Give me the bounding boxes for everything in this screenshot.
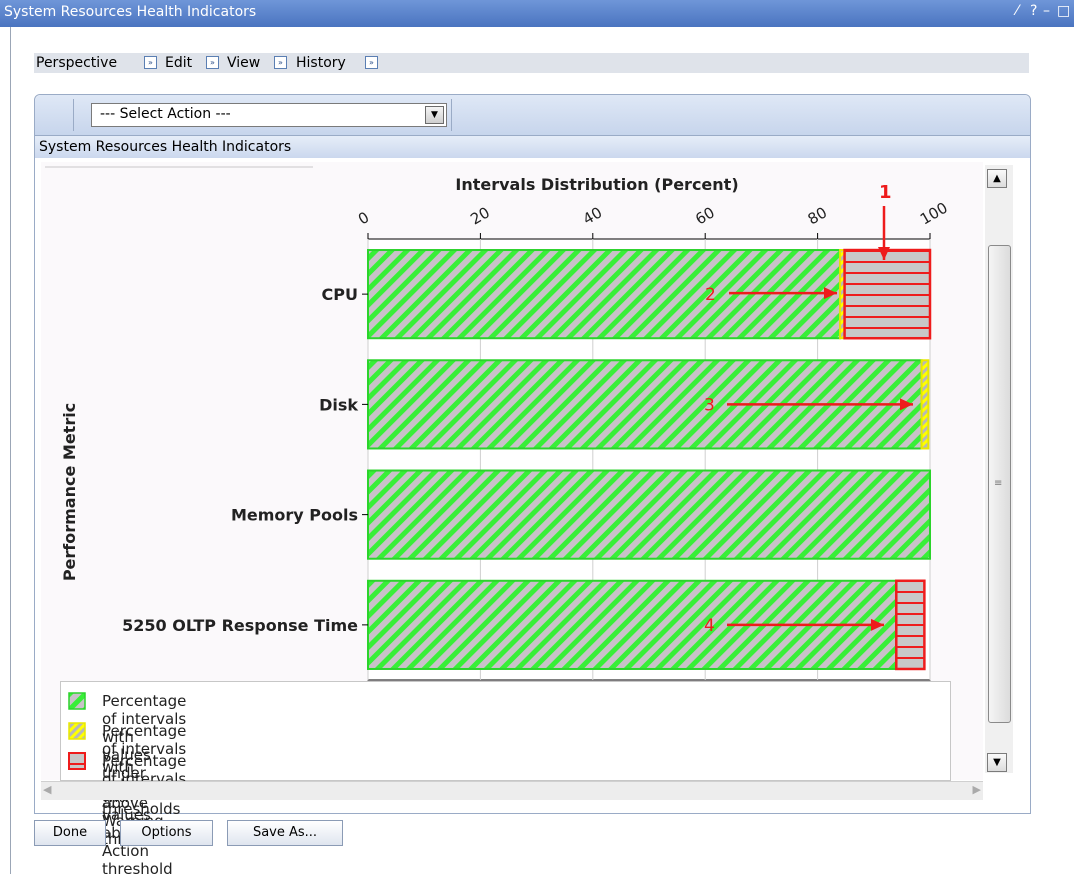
options-button[interactable]: Options: [120, 820, 213, 846]
chart-area: 0 20 40 60 80 100 CPU Disk Memory Pools 5250 OLTP…: [41, 162, 983, 878]
toolbar-separator: [73, 99, 74, 131]
y-tick-label: Disk: [319, 395, 358, 414]
x-tick-label: 20: [467, 203, 493, 228]
chevron-down-icon[interactable]: ▼: [425, 106, 444, 124]
nav-item-history[interactable]: History: [296, 55, 346, 71]
y-axis-label: Performance Metric: [60, 403, 79, 581]
y-tick-label: 5250 OLTP Response Time: [122, 616, 358, 635]
toolbar-separator: [451, 99, 452, 131]
bar-segment: [895, 579, 926, 671]
annotation-number: 3: [704, 395, 715, 415]
left-border: [10, 27, 11, 874]
nav-item-edit[interactable]: Edit: [165, 55, 192, 71]
scroll-down-icon[interactable]: ▼: [987, 753, 1007, 772]
legend-label: Percentage of intervals with values abov…: [102, 752, 187, 878]
legend-swatch-yellow: [68, 722, 86, 740]
annotation-number: 4: [704, 616, 715, 636]
done-button[interactable]: Done: [34, 820, 106, 846]
nav-bar: Perspective » Edit » View » History »: [34, 53, 1029, 73]
vertical-scrollbar[interactable]: ▲ ≡ ▼: [985, 165, 1013, 773]
select-action-dropdown[interactable]: --- Select Action --- ▼: [91, 103, 447, 127]
main-panel: --- Select Action --- ▼ System Resources…: [34, 94, 1031, 878]
chart-legend: Percentage of intervals with values unde…: [60, 681, 951, 878]
select-action-value: --- Select Action ---: [100, 106, 231, 122]
section-title: System Resources Health Indicators: [39, 139, 292, 155]
edit-icon[interactable]: ⁄: [1016, 3, 1018, 19]
y-tick-label: CPU: [322, 285, 358, 304]
double-arrow-right-icon[interactable]: »: [274, 56, 287, 69]
x-tick-label: 100: [917, 199, 951, 229]
x-tick-label: 80: [805, 203, 831, 228]
maximize-icon[interactable]: □: [1057, 3, 1070, 19]
double-arrow-right-icon[interactable]: »: [206, 56, 219, 69]
annotation-number: 1: [879, 182, 892, 203]
save-as-button[interactable]: Save As...: [227, 820, 343, 846]
help-icon[interactable]: ?: [1030, 3, 1037, 19]
chart-title: Intervals Distribution (Percent): [455, 175, 738, 194]
scroll-up-icon[interactable]: ▲: [987, 169, 1007, 188]
scrollbar-thumb[interactable]: ≡: [988, 245, 1011, 723]
x-tick-label: 40: [580, 203, 606, 228]
scroll-left-icon[interactable]: ◀: [43, 783, 51, 796]
grip-icon: ≡: [994, 478, 1003, 489]
legend-swatch-red: [68, 752, 86, 770]
y-tick-label: Memory Pools: [231, 506, 358, 525]
nav-item-view[interactable]: View: [227, 55, 260, 71]
nav-item-perspective[interactable]: Perspective: [36, 55, 117, 71]
action-toolbar: --- Select Action --- ▼: [35, 95, 1030, 135]
window-title: System Resources Health Indicators: [4, 4, 257, 20]
double-arrow-right-icon[interactable]: »: [365, 56, 378, 69]
minimize-icon[interactable]: –: [1043, 3, 1050, 19]
window-title-bar: System Resources Health Indicators ⁄ ? –…: [0, 0, 1074, 27]
bar-segment: [920, 359, 930, 450]
x-tick-label: 60: [692, 203, 718, 228]
horizontal-scrollbar[interactable]: ◀ ▶: [41, 781, 983, 800]
scroll-right-icon[interactable]: ▶: [973, 783, 981, 796]
double-arrow-right-icon[interactable]: »: [144, 56, 157, 69]
section-header: System Resources Health Indicators: [35, 135, 1030, 158]
bar-segment: [843, 248, 932, 340]
bar-segment: [367, 469, 931, 560]
x-tick-label: 0: [355, 208, 372, 228]
annotation-number: 2: [705, 285, 716, 305]
legend-swatch-green: [68, 692, 86, 710]
